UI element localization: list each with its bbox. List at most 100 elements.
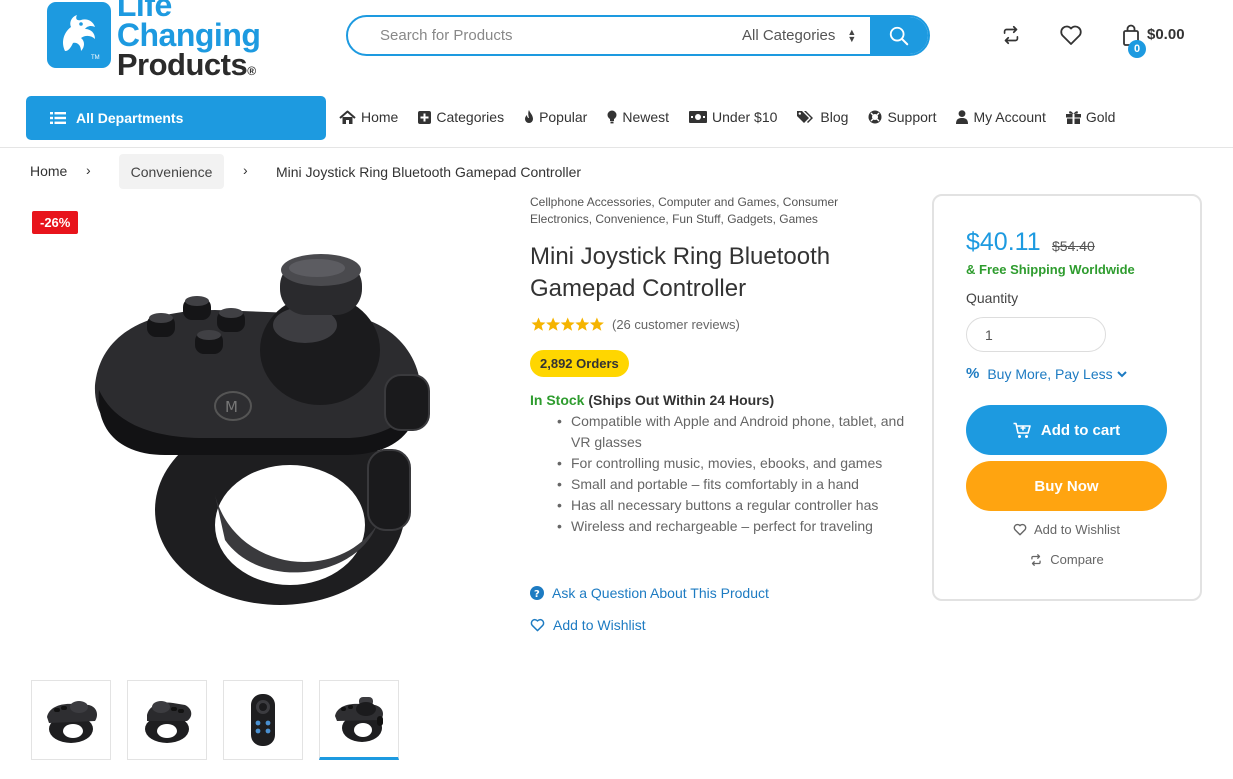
cart-count-badge: 0: [1128, 40, 1146, 58]
breadcrumb-home[interactable]: Home: [30, 163, 67, 179]
nav-label: Gold: [1085, 109, 1116, 125]
compare-icon: [1031, 553, 1041, 566]
list-item: Has all necessary buttons a regular cont…: [553, 495, 913, 516]
site-logo[interactable]: TM Life Changing Products®: [47, 0, 317, 80]
category-select[interactable]: All Categories ▲ ▼: [730, 17, 870, 54]
product-thumbnail-active[interactable]: [319, 680, 399, 760]
breadcrumb-category[interactable]: Convenience: [119, 154, 224, 189]
chevron-right-icon: ›: [86, 162, 91, 178]
quantity-input[interactable]: [966, 317, 1106, 352]
life-ring-icon: [868, 110, 882, 124]
buybox-compare-link[interactable]: Compare: [966, 552, 1167, 567]
user-icon: [956, 110, 969, 124]
add-to-wishlist-link[interactable]: Add to Wishlist: [530, 617, 646, 633]
menu-icon: [50, 112, 66, 124]
quantity-label: Quantity: [966, 290, 1019, 306]
orders-badge: 2,892 Orders: [530, 350, 629, 377]
stock-status: In Stock (Ships Out Within 24 Hours): [530, 392, 774, 408]
product-thumbnail[interactable]: [127, 680, 207, 760]
add-to-cart-button[interactable]: Add to cart: [966, 405, 1167, 455]
stock-label: In Stock: [530, 392, 585, 408]
add-to-cart-label: Add to cart: [1040, 421, 1121, 439]
buy-now-label: Buy Now: [1034, 477, 1099, 495]
nav-label: Under $10: [712, 109, 778, 125]
money-icon: [689, 111, 708, 123]
all-departments-label: All Departments: [76, 110, 184, 126]
search-icon: [889, 26, 909, 45]
nav-item-blog[interactable]: Blog: [797, 109, 848, 125]
nav-item-my-account[interactable]: My Account: [956, 109, 1046, 125]
category-select-value: All Categories: [742, 27, 836, 44]
review-count[interactable]: (26 customer reviews): [612, 317, 740, 332]
wishlist-button[interactable]: [1058, 22, 1084, 48]
question-circle-icon: ?: [530, 586, 544, 600]
product-thumbnail[interactable]: [31, 680, 111, 760]
add-to-wishlist-label: Add to Wishlist: [553, 617, 646, 633]
current-price: $40.11: [966, 228, 1041, 256]
cart-total[interactable]: $0.00: [1147, 26, 1185, 43]
compare-button[interactable]: [998, 22, 1024, 48]
nav-item-support[interactable]: Support: [868, 109, 936, 125]
buy-now-button[interactable]: Buy Now: [966, 461, 1167, 511]
buybox-wishlist-label: Add to Wishlist: [1034, 522, 1120, 537]
gift-icon: [1065, 111, 1081, 124]
product-title: Mini Joystick Ring Bluetooth Gamepad Con…: [530, 243, 831, 302]
chevron-down-icon: [1116, 370, 1127, 377]
list-item: Small and portable – fits comfortably in…: [553, 474, 913, 495]
compare-icon: [1003, 25, 1019, 45]
ask-question-label: Ask a Question About This Product: [552, 585, 769, 601]
buy-more-label: Buy More, Pay Less: [987, 365, 1113, 382]
feature-list: Compatible with Apple and Android phone,…: [553, 411, 913, 537]
logo-text-line2: Products®: [116, 47, 256, 82]
plus-square-icon: [418, 110, 432, 124]
search-input[interactable]: [348, 17, 730, 54]
breadcrumb-current: Mini Joystick Ring Bluetooth Gamepad Con…: [276, 164, 582, 180]
stock-note: (Ships Out Within 24 Hours): [588, 392, 775, 408]
discount-badge: -26%: [32, 211, 79, 234]
svg-text:?: ?: [534, 589, 540, 600]
chevron-right-icon: ›: [243, 162, 248, 178]
svg-text:M: M: [225, 398, 238, 416]
dragon-logo-icon: TM: [47, 2, 111, 68]
thumbnail-image: [145, 701, 192, 743]
ask-question-link[interactable]: ? Ask a Question About This Product: [530, 585, 769, 601]
thumbnail-image: [335, 697, 383, 742]
logo-text-line1: Life Changing: [116, 0, 261, 53]
nav-label: Popular: [539, 109, 588, 125]
product-rating[interactable]: (26 customer reviews): [531, 317, 740, 332]
fire-icon: [525, 110, 534, 123]
cart-plus-icon: [1013, 422, 1031, 438]
nav-label: Blog: [820, 109, 849, 125]
select-arrows-icon: ▲ ▼: [847, 26, 857, 44]
percent-icon: %: [966, 365, 980, 382]
nav-label: Home: [361, 109, 399, 125]
list-item: Compatible with Apple and Android phone,…: [553, 411, 913, 453]
nav-item-under-10[interactable]: Under $10: [689, 109, 777, 125]
nav-item-categories[interactable]: Categories: [418, 109, 504, 125]
product-thumbnail[interactable]: [223, 680, 303, 760]
thumbnail-image: [251, 694, 275, 746]
original-price: $54.40: [1052, 238, 1095, 254]
product-categories[interactable]: Cellphone Accessories, Computer and Game…: [530, 194, 900, 228]
nav-label: My Account: [973, 109, 1046, 125]
nav-item-gold[interactable]: Gold: [1065, 109, 1116, 125]
nav-item-home[interactable]: Home: [339, 109, 398, 125]
home-icon: [339, 110, 356, 124]
all-departments-button[interactable]: All Departments: [26, 96, 326, 140]
buybox-compare-label: Compare: [1050, 552, 1104, 567]
lightbulb-icon: [607, 110, 617, 124]
nav-label: Support: [887, 109, 937, 125]
buybox-wishlist-link[interactable]: Add to Wishlist: [966, 522, 1167, 537]
nav-item-newest[interactable]: Newest: [607, 109, 669, 125]
search-bar: All Categories ▲▼: [346, 15, 930, 56]
buy-more-dropdown[interactable]: % Buy More, Pay Less: [966, 365, 1128, 382]
tags-icon: [797, 111, 814, 123]
heart-icon: [530, 618, 545, 632]
header-divider: [0, 147, 1233, 148]
thumbnail-image: [47, 701, 97, 743]
heart-icon: [1060, 25, 1082, 45]
star-rating-icon: [531, 317, 604, 331]
product-main-image[interactable]: M: [85, 240, 445, 610]
search-button[interactable]: [870, 17, 928, 54]
nav-item-popular[interactable]: Popular: [524, 109, 587, 125]
